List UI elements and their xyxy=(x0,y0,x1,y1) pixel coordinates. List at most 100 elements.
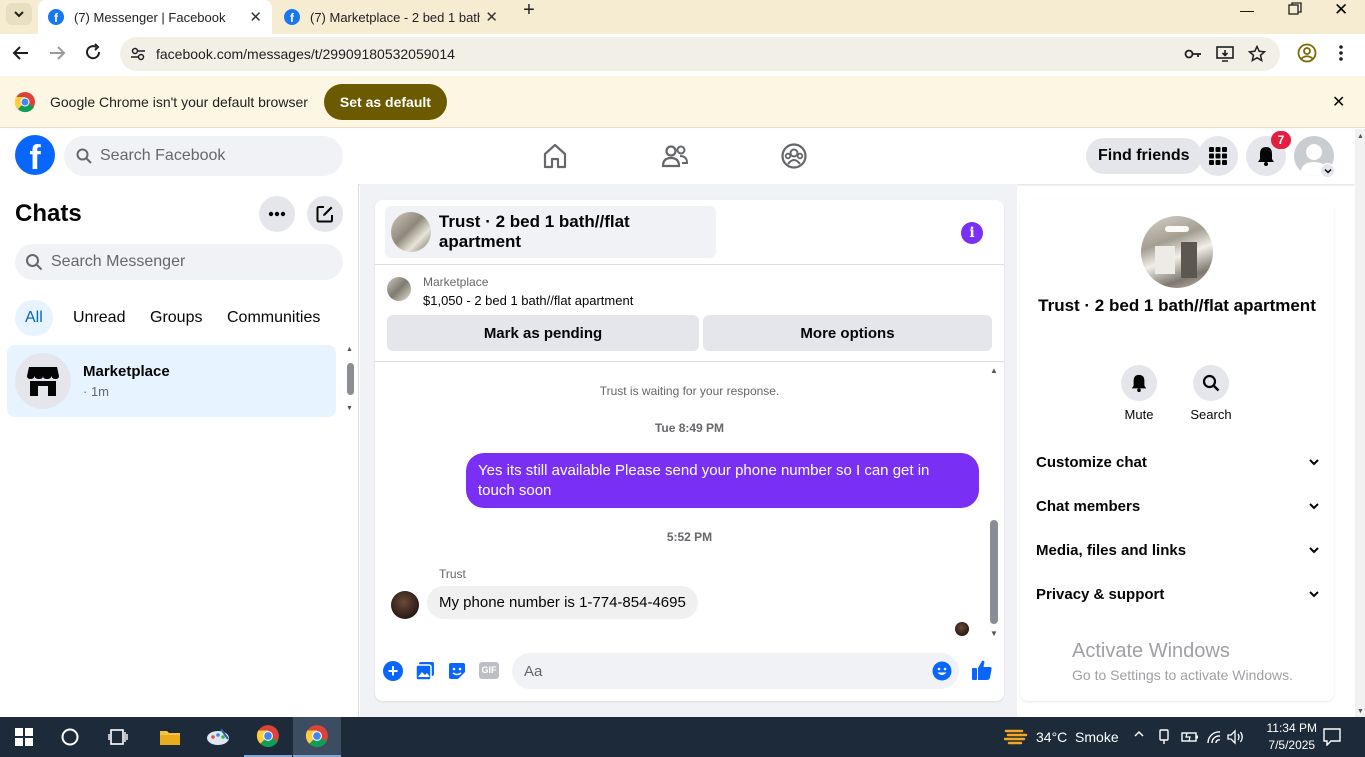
storefront-icon xyxy=(27,367,59,396)
filter-all[interactable]: All xyxy=(15,300,53,336)
close-tab-icon[interactable]: ✕ xyxy=(249,8,262,26)
chats-options-button[interactable] xyxy=(259,196,295,232)
back-button[interactable] xyxy=(12,44,30,62)
tab-search-button[interactable] xyxy=(6,3,32,25)
incoming-message[interactable]: My phone number is 1-774-854-4695 xyxy=(427,586,698,619)
facebook-favicon-icon: f xyxy=(48,9,64,25)
nav-home[interactable] xyxy=(541,142,569,170)
kebab-menu-icon[interactable] xyxy=(1338,44,1344,62)
notification-badge: 7 xyxy=(1271,131,1291,149)
sender-avatar[interactable] xyxy=(391,591,419,619)
listing-source: Marketplace xyxy=(423,275,489,289)
wifi-icon[interactable] xyxy=(1205,729,1223,745)
chat-list-scrollbar[interactable]: ▲ ▼ xyxy=(345,346,355,412)
grid-icon xyxy=(1209,147,1227,165)
chrome-app-2[interactable] xyxy=(293,717,341,757)
reload-button[interactable] xyxy=(84,43,102,61)
restore-button[interactable] xyxy=(1288,2,1304,18)
install-app-icon[interactable] xyxy=(1216,45,1234,63)
privacy-support-row[interactable]: Privacy & support xyxy=(1036,574,1320,614)
notification-center-icon[interactable] xyxy=(1323,728,1341,746)
conversation-header[interactable]: Trust · 2 bed 1 bath//flat apartment xyxy=(385,206,716,258)
chevron-down-icon xyxy=(1309,591,1319,598)
conversation-panel: Trust · 2 bed 1 bath//flat apartment i M… xyxy=(375,200,1004,701)
battery-icon[interactable] xyxy=(1181,730,1199,744)
tab-marketplace[interactable]: f (7) Marketplace - 2 bed 1 bath/ ✕ xyxy=(274,0,508,34)
header-divider xyxy=(375,264,1004,265)
listing-profile-photo[interactable] xyxy=(1141,216,1213,288)
search-action[interactable]: Search xyxy=(1181,365,1241,422)
weather-text[interactable]: 34°C Smoke xyxy=(1036,729,1119,745)
mute-action[interactable]: Mute xyxy=(1109,365,1169,422)
more-actions-button[interactable]: + xyxy=(383,661,403,681)
waiting-note: Trust is waiting for your response. xyxy=(599,384,780,398)
emoji-icon[interactable] xyxy=(932,661,952,681)
filter-unread[interactable]: Unread xyxy=(63,300,135,336)
task-view-button[interactable] xyxy=(94,717,142,757)
sticker-icon[interactable] xyxy=(447,661,467,681)
timestamp: Tue 8:49 PM xyxy=(654,421,725,435)
volume-icon[interactable] xyxy=(1227,729,1245,745)
facebook-logo[interactable]: f xyxy=(15,135,55,175)
forward-button[interactable] xyxy=(48,44,66,62)
more-options-button[interactable]: More options xyxy=(703,315,992,351)
set-as-default-button[interactable]: Set as default xyxy=(323,83,447,120)
filter-groups[interactable]: Groups xyxy=(140,300,212,336)
site-info-icon[interactable] xyxy=(130,46,146,62)
system-clock[interactable]: 11:34 PM 7/5/2025 xyxy=(1267,720,1317,754)
cortana-button[interactable] xyxy=(46,717,94,757)
nav-groups[interactable] xyxy=(780,142,808,170)
tab-messenger[interactable]: f (7) Messenger | Facebook ✕ xyxy=(38,0,272,34)
address-bar[interactable]: facebook.com/messages/t/2990918053205901… xyxy=(120,37,1280,71)
listing-divider xyxy=(375,361,1004,362)
mark-as-pending-button[interactable]: Mark as pending xyxy=(387,315,699,351)
reload-icon xyxy=(86,43,101,60)
password-key-icon[interactable] xyxy=(1184,46,1202,62)
new-message-button[interactable] xyxy=(307,196,343,232)
customize-chat-row[interactable]: Customize chat xyxy=(1036,442,1320,482)
windows-logo-icon xyxy=(15,728,33,746)
nav-friends[interactable] xyxy=(661,142,689,170)
close-window-button[interactable]: ✕ xyxy=(1334,0,1348,20)
media-files-links-row[interactable]: Media, files and links xyxy=(1036,530,1320,570)
messages-scrollbar[interactable]: ▲ ▼ xyxy=(988,366,1000,638)
page-scrollbar[interactable]: ▲ ▼ xyxy=(1355,129,1365,717)
read-receipt-avatar xyxy=(955,622,969,636)
conversation-info-button[interactable]: i xyxy=(961,222,983,244)
minimize-button[interactable]: — xyxy=(1240,2,1260,18)
start-button[interactable] xyxy=(0,717,48,757)
windows-taskbar: 34°C Smoke 11:34 PM 7/5/2025 xyxy=(0,717,1365,757)
account-chevron[interactable] xyxy=(1320,163,1335,178)
close-tab-icon[interactable]: ✕ xyxy=(485,8,498,26)
attach-photo-icon[interactable] xyxy=(415,661,435,681)
bookmark-star-icon[interactable] xyxy=(1248,45,1266,63)
file-explorer-app[interactable] xyxy=(146,717,194,757)
chat-item-name: Marketplace xyxy=(83,363,170,380)
usb-device-icon[interactable] xyxy=(1157,729,1171,745)
mute-label: Mute xyxy=(1124,407,1154,422)
find-friends-button[interactable]: Find friends xyxy=(1086,138,1202,174)
compose-icon xyxy=(316,206,333,223)
listing-price-title[interactable]: $1,050 - 2 bed 1 bath//flat apartment xyxy=(423,293,633,308)
paint-app[interactable] xyxy=(194,717,242,757)
close-infobar-icon[interactable]: ✕ xyxy=(1332,92,1345,112)
bell-icon xyxy=(1258,147,1274,166)
arrow-left-icon xyxy=(12,46,28,60)
like-thumb-icon[interactable] xyxy=(971,659,993,681)
weather-icon[interactable] xyxy=(1004,727,1028,747)
gif-icon[interactable]: GIF xyxy=(479,662,499,679)
tray-overflow-icon[interactable] xyxy=(1133,728,1145,740)
folder-icon xyxy=(160,731,180,745)
profile-icon[interactable] xyxy=(1297,43,1317,63)
outgoing-message[interactable]: Yes its still available Please send your… xyxy=(466,453,979,508)
new-tab-button[interactable]: + xyxy=(518,0,540,20)
filter-communities[interactable]: Communities xyxy=(217,300,330,336)
message-input[interactable]: Aa xyxy=(512,653,959,689)
section-label: Chat members xyxy=(1036,497,1141,515)
facebook-search-input[interactable]: Search Facebook xyxy=(64,136,343,176)
chrome-app-1[interactable] xyxy=(244,717,292,757)
menu-grid-button[interactable] xyxy=(1198,136,1238,176)
chat-members-row[interactable]: Chat members xyxy=(1036,486,1320,526)
chat-item-marketplace[interactable]: Marketplace · 1m xyxy=(7,345,336,417)
messenger-search-input[interactable]: Search Messenger xyxy=(15,244,343,280)
